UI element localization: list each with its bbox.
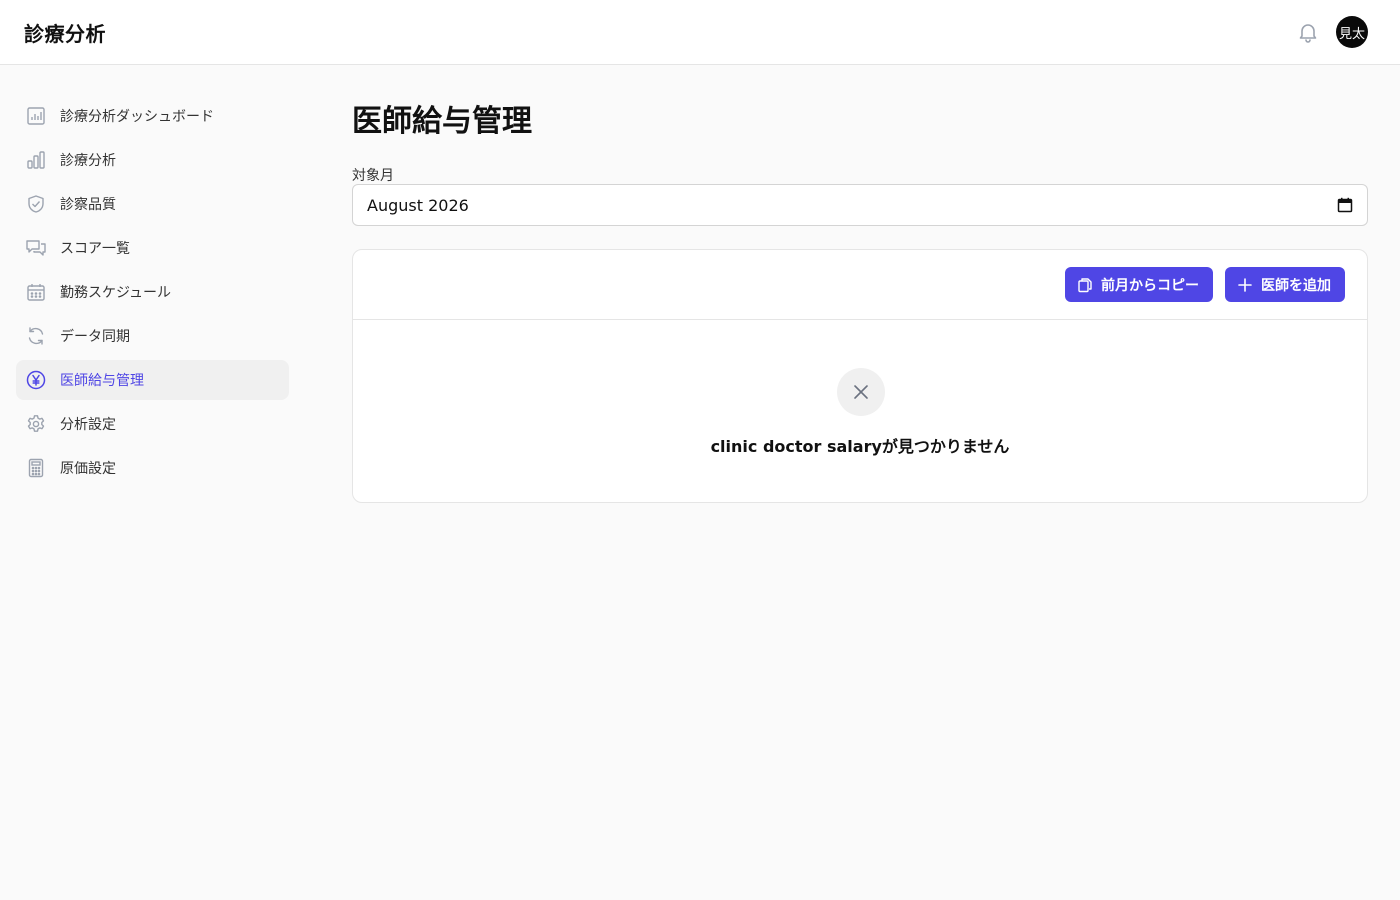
gear-icon (24, 412, 48, 436)
sidebar-item-analysis[interactable]: 診療分析 (16, 140, 289, 180)
yen-circle-icon (24, 368, 48, 392)
sidebar-item-cost-settings[interactable]: 原価設定 (16, 448, 289, 488)
sidebar-item-label: 医師給与管理 (60, 373, 144, 389)
sidebar-item-label: 診療分析ダッシュボード (60, 109, 214, 125)
sidebar-item-scores[interactable]: スコア一覧 (16, 228, 289, 268)
copy-previous-month-button[interactable]: 前月からコピー (1065, 267, 1213, 302)
copy-icon (1078, 277, 1092, 292)
calendar-icon (24, 280, 48, 304)
sidebar-item-dashboard[interactable]: 診療分析ダッシュボード (16, 96, 289, 136)
sidebar-item-label: 診察品質 (60, 197, 116, 213)
bell-icon[interactable] (1296, 20, 1320, 44)
bar-chart-square-icon (24, 104, 48, 128)
plus-icon (1238, 277, 1252, 292)
app-title: 診療分析 (24, 22, 106, 46)
sidebar-item-sync[interactable]: データ同期 (16, 316, 289, 356)
shield-check-icon (24, 192, 48, 216)
card-header: 前月からコピー 医師を追加 (353, 250, 1367, 320)
sidebar-item-label: 原価設定 (60, 461, 116, 477)
avatar[interactable]: 見太 (1336, 16, 1368, 48)
add-doctor-button[interactable]: 医師を追加 (1225, 267, 1345, 302)
sidebar-item-label: 勤務スケジュール (60, 285, 172, 301)
sidebar-item-schedule[interactable]: 勤務スケジュール (16, 272, 289, 312)
sidebar-item-analysis-settings[interactable]: 分析設定 (16, 404, 289, 444)
close-icon (837, 368, 885, 416)
sidebar-item-doctor-salary[interactable]: 医師給与管理 (16, 360, 289, 400)
month-input[interactable]: August 2026 (352, 184, 1368, 226)
top-bar: 診療分析 見太 (0, 0, 1400, 65)
copy-previous-month-label: 前月からコピー (1101, 276, 1199, 293)
month-field-label: 対象月 (352, 168, 394, 184)
page-title: 医師給与管理 (352, 104, 532, 139)
refresh-icon (24, 324, 48, 348)
sidebar-item-label: 分析設定 (60, 417, 116, 433)
calendar-picker-icon[interactable] (1337, 197, 1353, 213)
sidebar-item-label: スコア一覧 (60, 241, 130, 257)
sidebar-item-quality[interactable]: 診察品質 (16, 184, 289, 224)
chat-bubbles-icon (24, 236, 48, 260)
doctor-salary-card: 前月からコピー 医師を追加 clinic doctor salaryが見つかりま… (352, 249, 1368, 503)
bar-chart-icon (24, 148, 48, 172)
month-input-value: August 2026 (367, 195, 469, 215)
calculator-icon (24, 456, 48, 480)
sidebar: 診療分析ダッシュボード 診療分析 診察品質 スコア一覧 勤務スケジュール データ… (16, 96, 289, 492)
empty-state-message: clinic doctor salaryが見つかりません (710, 437, 1010, 456)
add-doctor-label: 医師を追加 (1261, 276, 1331, 293)
sidebar-item-label: 診療分析 (60, 153, 116, 169)
sidebar-item-label: データ同期 (60, 329, 130, 345)
